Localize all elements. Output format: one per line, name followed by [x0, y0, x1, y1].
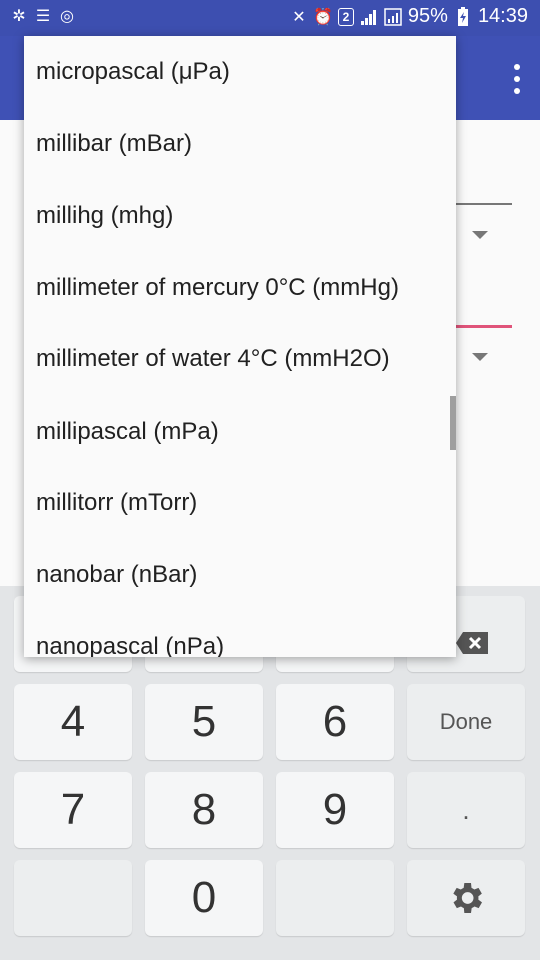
- aperture-icon: ✲: [12, 8, 26, 25]
- list-item[interactable]: millihg (mhg): [24, 180, 456, 252]
- key-6-label: 6: [322, 697, 348, 746]
- from-unit-underline: [456, 203, 512, 205]
- key-5-label: 5: [191, 697, 217, 746]
- alarm-icon: ⏰: [312, 8, 333, 26]
- signal-icon-2: [384, 7, 402, 26]
- notification-icons: ✲ ☰ ◎: [10, 7, 76, 25]
- from-unit-dropdown-arrow-icon[interactable]: [472, 231, 488, 239]
- decimal-key-label: .: [462, 794, 470, 825]
- gear-icon: [453, 883, 482, 913]
- key-4-label: 4: [60, 697, 86, 746]
- list-item[interactable]: nanopascal (nPa): [24, 611, 456, 657]
- key-8-label: 8: [191, 785, 217, 834]
- list-item[interactable]: millipascal (mPa): [24, 396, 456, 468]
- signal-bars: [360, 9, 376, 25]
- mute-icon: ✕: [292, 8, 306, 26]
- list-icon: ☰: [35, 8, 51, 25]
- list-item[interactable]: millitorr (mTorr): [24, 467, 456, 539]
- settings-key[interactable]: [407, 860, 525, 936]
- key-9-label: 9: [322, 785, 348, 834]
- system-icons: ✕ ⏰ 2 95% 14:39: [290, 5, 528, 28]
- done-key-label: Done: [439, 709, 493, 734]
- key-0-label: 0: [191, 873, 217, 922]
- clock: 14:39: [477, 5, 528, 27]
- signal-bars-2: [384, 7, 402, 26]
- backspace-shape: [456, 632, 488, 654]
- battery-percent: 95%: [407, 5, 448, 27]
- key-0[interactable]: 0: [145, 860, 263, 936]
- key-5[interactable]: 5: [145, 684, 263, 760]
- list-item[interactable]: micropascal (μPa): [24, 36, 456, 108]
- decimal-key[interactable]: .: [407, 772, 525, 848]
- status-bar: ✲ ☰ ◎ ✕ ⏰ 2 95% 14:39: [0, 0, 540, 36]
- battery-charging-icon: [454, 6, 472, 26]
- key-7[interactable]: 7: [14, 772, 132, 848]
- to-unit-dropdown-arrow-icon[interactable]: [472, 353, 488, 361]
- overflow-menu-icon[interactable]: [512, 64, 522, 94]
- dot-icon: [514, 64, 520, 70]
- key-4[interactable]: 4: [14, 684, 132, 760]
- key-9[interactable]: 9: [276, 772, 394, 848]
- key-7-label: 7: [60, 785, 86, 834]
- key-blank-bottom[interactable]: [14, 860, 132, 936]
- signal-icon: [360, 8, 378, 26]
- dot-icon: [514, 76, 520, 82]
- battery-shape: [457, 6, 468, 26]
- sim-badge: 2: [337, 7, 354, 26]
- key-8[interactable]: 8: [145, 772, 263, 848]
- done-key[interactable]: Done: [407, 684, 525, 760]
- list-item[interactable]: millibar (mBar): [24, 108, 456, 180]
- dot-icon: [514, 88, 520, 94]
- sync-icon: ◎: [60, 8, 74, 25]
- dropdown-scrollbar[interactable]: [450, 396, 456, 450]
- unit-dropdown-list[interactable]: micropascal (μPa) millibar (mBar) millih…: [24, 36, 456, 657]
- key-6[interactable]: 6: [276, 684, 394, 760]
- key-blank-bottom-2[interactable]: [276, 860, 394, 936]
- list-item[interactable]: millimeter of water 4°C (mmH2O): [24, 323, 456, 395]
- to-unit-underline: [456, 325, 512, 328]
- list-item[interactable]: nanobar (nBar): [24, 539, 456, 611]
- list-item[interactable]: millimeter of mercury 0°C (mmHg): [24, 252, 456, 324]
- backspace-icon: [455, 631, 489, 660]
